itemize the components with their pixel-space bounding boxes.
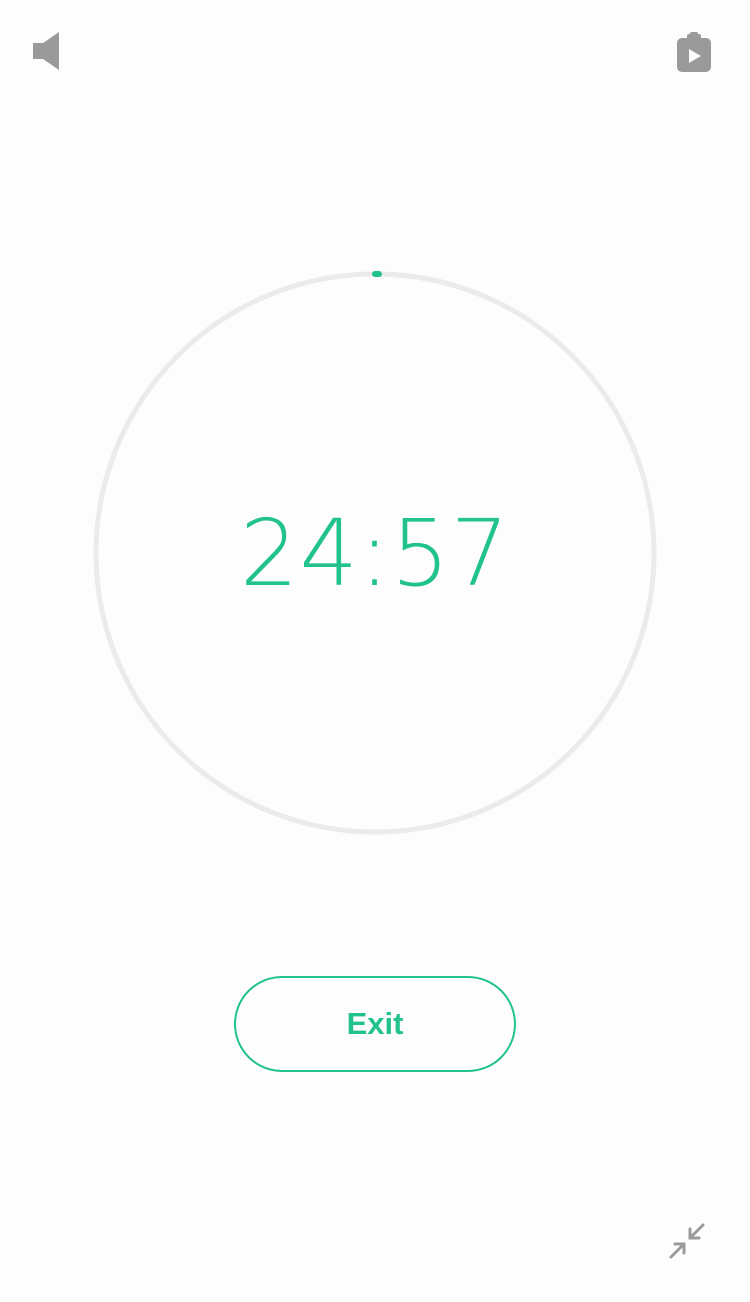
- sound-toggle-button[interactable]: [24, 28, 70, 74]
- timer-dial: 24:57: [93, 271, 657, 835]
- playlist-button[interactable]: [670, 28, 718, 76]
- minimize-button[interactable]: [664, 1218, 710, 1264]
- collapse-arrows-icon: [669, 1223, 705, 1259]
- speaker-icon: [33, 32, 59, 70]
- exit-button[interactable]: Exit: [234, 976, 516, 1072]
- timer-countdown: 24:57: [239, 499, 511, 607]
- clipboard-play-icon: [677, 32, 711, 72]
